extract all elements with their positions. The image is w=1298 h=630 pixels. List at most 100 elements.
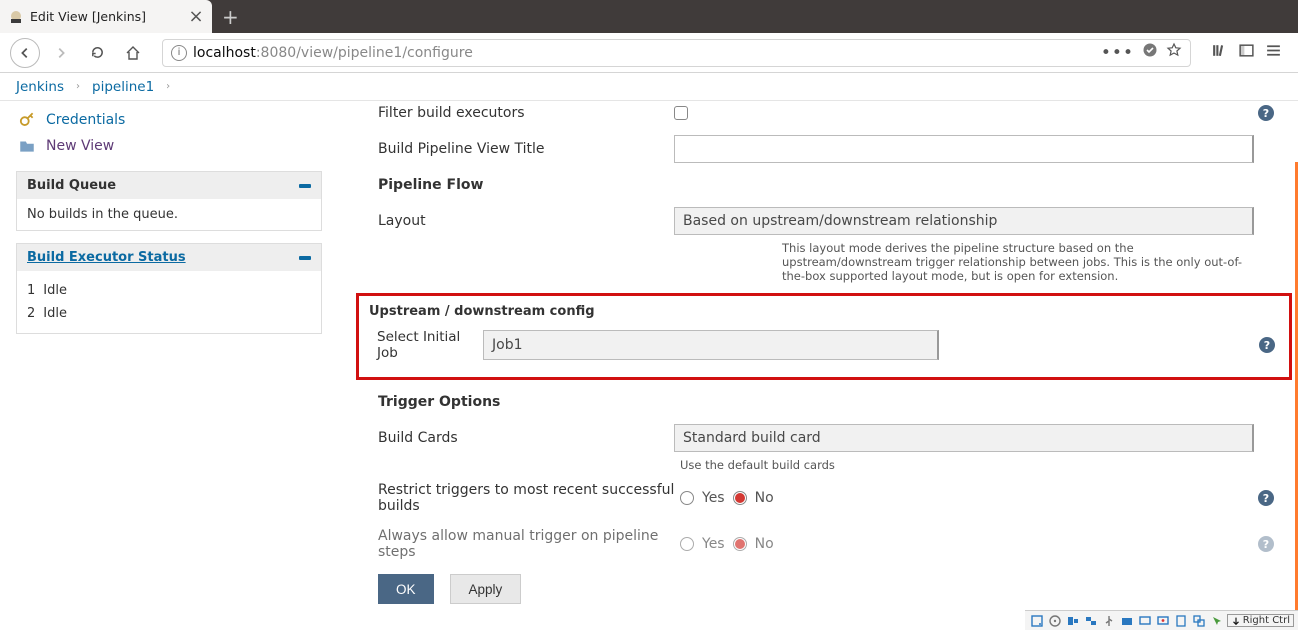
radio-label: No bbox=[755, 536, 774, 552]
executor-state: Idle bbox=[43, 283, 67, 298]
library-icon[interactable] bbox=[1211, 42, 1228, 64]
view-title-input[interactable] bbox=[674, 135, 1254, 163]
cd-icon[interactable] bbox=[1047, 613, 1063, 629]
section-pipeline-flow: Pipeline Flow bbox=[378, 177, 1278, 193]
forward-button bbox=[46, 38, 76, 68]
radio-label: Yes bbox=[702, 490, 725, 506]
row-filter-executors: Filter build executors ? bbox=[378, 105, 1278, 121]
form-label: Restrict triggers to most recent success… bbox=[378, 482, 680, 514]
hamburger-menu-icon[interactable] bbox=[1265, 42, 1282, 64]
collapse-icon[interactable] bbox=[299, 184, 311, 188]
sidebar-new-view[interactable]: New View bbox=[16, 133, 322, 159]
chevron-right-icon: › bbox=[76, 81, 80, 92]
panel-title: Build Queue bbox=[27, 178, 116, 193]
row-manual-trigger: Always allow manual trigger on pipeline … bbox=[378, 528, 1278, 560]
manual-yes-radio[interactable] bbox=[680, 537, 694, 551]
url-text: localhost:8080/view/pipeline1/configure bbox=[193, 45, 473, 61]
layout-select[interactable]: Based on upstream/downstream relationshi… bbox=[674, 207, 1254, 235]
build-cards-select[interactable]: Standard build card bbox=[674, 424, 1254, 452]
upstream-config-highlight: Upstream / downstream config Select Init… bbox=[356, 293, 1292, 380]
radio-label: No bbox=[755, 490, 774, 506]
form-label: Filter build executors bbox=[378, 105, 674, 121]
home-button[interactable] bbox=[118, 38, 148, 68]
page-actions-icon[interactable]: ••• bbox=[1101, 43, 1134, 63]
executor-state: Idle bbox=[43, 306, 67, 321]
draganddrop-icon[interactable] bbox=[1191, 613, 1207, 629]
credentials-icon bbox=[16, 111, 38, 129]
form-label: Always allow manual trigger on pipeline … bbox=[378, 528, 680, 560]
browser-tab[interactable]: Edit View [Jenkins] × bbox=[0, 0, 212, 33]
restrict-yes-radio[interactable] bbox=[680, 491, 694, 505]
help-icon[interactable]: ? bbox=[1258, 105, 1274, 121]
bookmark-star-icon[interactable] bbox=[1166, 42, 1182, 63]
host-key-indicator[interactable]: Right Ctrl bbox=[1227, 614, 1294, 627]
panel-header[interactable]: Build Executor Status bbox=[17, 244, 321, 271]
queue-empty-text: No builds in the queue. bbox=[27, 207, 178, 222]
collapse-icon[interactable] bbox=[299, 256, 311, 260]
mouse-integration-icon[interactable] bbox=[1209, 613, 1225, 629]
restrict-no-radio[interactable] bbox=[733, 491, 747, 505]
configure-form: Filter build executors ? Build Pipeline … bbox=[338, 101, 1298, 628]
sidebar: Credentials New View Build Queue No buil… bbox=[0, 101, 338, 628]
browser-tab-strip: Edit View [Jenkins] × + bbox=[0, 0, 1298, 33]
breadcrumb-root[interactable]: Jenkins bbox=[16, 79, 64, 95]
row-view-title: Build Pipeline View Title bbox=[378, 135, 1278, 163]
sidebar-credentials[interactable]: Credentials bbox=[16, 107, 322, 133]
form-buttons: OK Apply bbox=[378, 574, 1278, 604]
manual-no-radio[interactable] bbox=[733, 537, 747, 551]
filter-executors-checkbox[interactable] bbox=[674, 106, 688, 120]
reader-shield-icon[interactable] bbox=[1142, 42, 1158, 63]
build-cards-description: Use the default build cards bbox=[680, 458, 1278, 472]
breadcrumb: Jenkins › pipeline1 › bbox=[0, 73, 1298, 101]
back-button[interactable] bbox=[10, 38, 40, 68]
reload-button[interactable] bbox=[82, 38, 112, 68]
sidebar-item-label: Credentials bbox=[46, 112, 125, 128]
panel-header[interactable]: Build Queue bbox=[17, 172, 321, 199]
usb-icon[interactable] bbox=[1101, 613, 1117, 629]
build-queue-panel: Build Queue No builds in the queue. bbox=[16, 171, 322, 231]
audio-icon[interactable] bbox=[1065, 613, 1081, 629]
form-label: Build Pipeline View Title bbox=[378, 141, 674, 157]
help-icon[interactable]: ? bbox=[1258, 490, 1274, 506]
help-icon[interactable]: ? bbox=[1258, 536, 1274, 552]
jenkins-favicon-icon bbox=[8, 9, 24, 25]
sidebar-item-label: New View bbox=[46, 138, 114, 154]
form-label: Layout bbox=[378, 213, 674, 229]
browser-nav-bar: i localhost:8080/view/pipeline1/configur… bbox=[0, 33, 1298, 73]
panel-title[interactable]: Build Executor Status bbox=[27, 250, 186, 265]
section-trigger-options: Trigger Options bbox=[378, 394, 1278, 410]
panel-body: No builds in the queue. bbox=[17, 199, 321, 230]
executor-row: 1 Idle bbox=[27, 279, 311, 302]
close-tab-icon[interactable]: × bbox=[188, 9, 204, 25]
tab-title: Edit View [Jenkins] bbox=[30, 9, 182, 24]
form-label: Build Cards bbox=[378, 430, 674, 446]
record-icon[interactable] bbox=[1155, 613, 1171, 629]
new-tab-button[interactable]: + bbox=[212, 5, 249, 29]
url-bar[interactable]: i localhost:8080/view/pipeline1/configur… bbox=[162, 39, 1191, 67]
subsection-heading: Upstream / downstream config bbox=[351, 304, 1279, 319]
executor-num: 1 bbox=[27, 283, 35, 298]
build-executor-panel: Build Executor Status 1 Idle 2 Idle bbox=[16, 243, 322, 334]
display-icon[interactable] bbox=[1137, 613, 1153, 629]
breadcrumb-item[interactable]: pipeline1 bbox=[92, 79, 154, 95]
sidebar-icon[interactable] bbox=[1238, 42, 1255, 64]
folder-plus-icon bbox=[16, 137, 38, 155]
initial-job-select[interactable]: Job1 bbox=[483, 330, 939, 360]
browser-right-icons bbox=[1205, 42, 1288, 64]
vm-status-bar: Right Ctrl bbox=[1025, 610, 1298, 630]
shared-folder-icon[interactable] bbox=[1119, 613, 1135, 629]
executor-num: 2 bbox=[27, 306, 35, 321]
site-info-icon[interactable]: i bbox=[171, 45, 187, 61]
disk-icon[interactable] bbox=[1029, 613, 1045, 629]
clipboard-icon[interactable] bbox=[1173, 613, 1189, 629]
row-restrict-triggers: Restrict triggers to most recent success… bbox=[378, 482, 1278, 514]
layout-description: This layout mode derives the pipeline st… bbox=[782, 241, 1278, 283]
network-icon[interactable] bbox=[1083, 613, 1099, 629]
help-icon[interactable]: ? bbox=[1259, 337, 1275, 353]
ok-button[interactable]: OK bbox=[378, 574, 434, 604]
panel-body: 1 Idle 2 Idle bbox=[17, 271, 321, 333]
row-initial-job: Select Initial Job Job1 ? bbox=[369, 329, 1279, 361]
executor-row: 2 Idle bbox=[27, 302, 311, 325]
row-build-cards: Build Cards Standard build card bbox=[378, 424, 1278, 452]
apply-button[interactable]: Apply bbox=[450, 574, 522, 604]
